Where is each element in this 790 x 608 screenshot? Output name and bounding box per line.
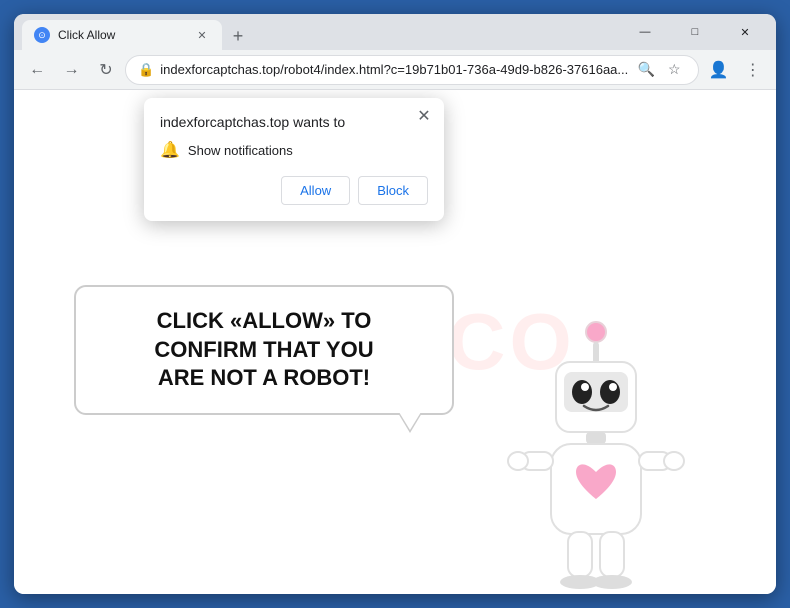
maximize-button[interactable]: □ [672,17,718,47]
reload-button[interactable]: ↻ [91,54,121,86]
search-icon[interactable]: 🔍 [634,58,658,82]
permission-text: Show notifications [188,143,293,158]
address-bar[interactable]: 🔒 indexforcaptchas.top/robot4/index.html… [125,55,699,85]
new-tab-button[interactable]: + [224,22,252,50]
main-message: CLICK «ALLOW» TO CONFIRM THAT YOU ARE NO… [106,307,422,393]
tab-close-button[interactable]: ✕ [194,27,210,43]
main-message-line2: ARE NOT A ROBOT! [158,365,370,390]
navigation-bar: ← → ↻ 🔒 indexforcaptchas.top/robot4/inde… [14,50,776,90]
profile-button[interactable]: 👤 [703,54,733,86]
active-tab[interactable]: ⊙ Click Allow ✕ [22,20,222,50]
address-bar-icons: 🔍 ☆ [634,58,686,82]
dialog-close-button[interactable]: ✕ [414,106,434,126]
dialog-title: indexforcaptchas.top wants to [160,114,428,130]
page-content: RISK.CO ✕ indexforcaptchas.top wants to … [14,90,776,594]
window-controls: — □ ✕ [622,17,768,47]
tab-favicon: ⊙ [34,27,50,43]
bell-icon: 🔔 [160,140,180,160]
dialog-permission-row: 🔔 Show notifications [160,140,428,160]
close-button[interactable]: ✕ [722,17,768,47]
main-message-line1: CLICK «ALLOW» TO CONFIRM THAT YOU [154,308,373,362]
tab-label: Click Allow [58,28,186,42]
speech-bubble-container: CLICK «ALLOW» TO CONFIRM THAT YOU ARE NO… [74,265,454,415]
title-bar: ⊙ Click Allow ✕ + — □ ✕ [14,14,776,50]
bookmark-icon[interactable]: ☆ [662,58,686,82]
dialog-buttons: Allow Block [160,176,428,205]
lock-icon: 🔒 [138,62,154,78]
allow-button[interactable]: Allow [281,176,350,205]
notification-dialog: ✕ indexforcaptchas.top wants to 🔔 Show n… [144,98,444,221]
forward-button[interactable]: → [56,54,86,86]
url-text: indexforcaptchas.top/robot4/index.html?c… [160,62,628,77]
tab-strip: ⊙ Click Allow ✕ + [22,14,622,50]
menu-button[interactable]: ⋮ [738,54,768,86]
speech-bubble: CLICK «ALLOW» TO CONFIRM THAT YOU ARE NO… [74,285,454,415]
browser-window: ⊙ Click Allow ✕ + — □ ✕ ← → ↻ 🔒 indexfor… [14,14,776,594]
minimize-button[interactable]: — [622,17,668,47]
robot-character [496,314,696,594]
back-button[interactable]: ← [22,54,52,86]
block-button[interactable]: Block [358,176,428,205]
